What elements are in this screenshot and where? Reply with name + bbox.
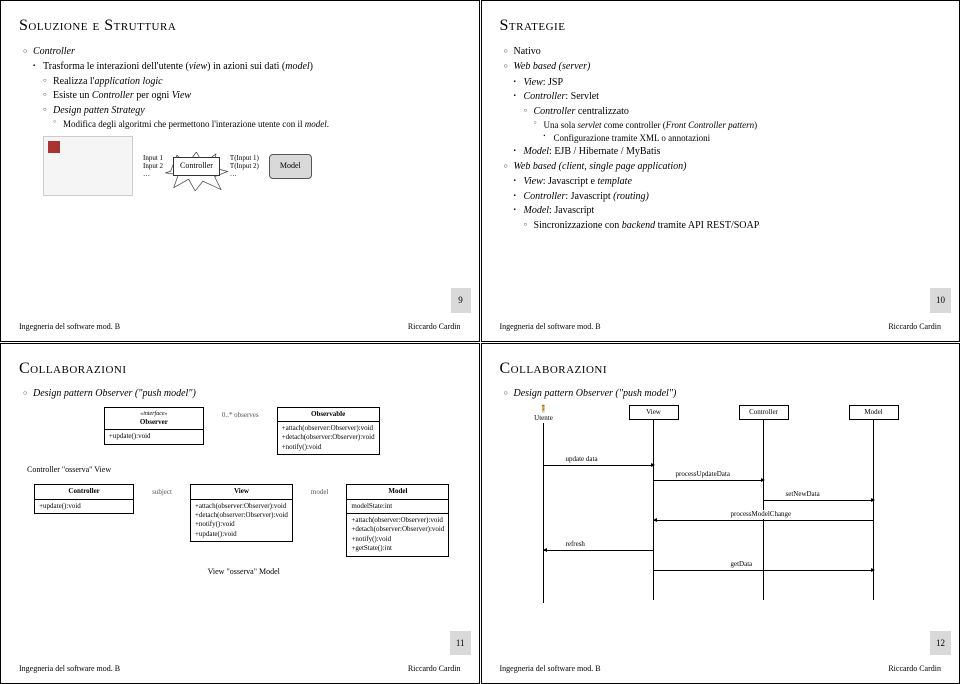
- lifeline-controller: Controller: [739, 405, 789, 600]
- message-arrow: [544, 465, 654, 466]
- bullet-item: Model: Javascript: [504, 204, 942, 218]
- lifeline-view: View: [629, 405, 679, 600]
- bullet-item: Model: EJB / Hibernate / MyBatis: [504, 145, 942, 159]
- message-arrow: [654, 480, 764, 481]
- assoc-label: model: [311, 484, 329, 497]
- bullet-item: Controller centralizzato: [504, 105, 942, 119]
- slide-content: NativoWeb based (server)View: JSPControl…: [500, 45, 942, 318]
- slide-footer: Ingegneria del software mod. B Riccardo …: [19, 318, 461, 333]
- bullet-item: Esiste un Controller per ogni View: [23, 89, 461, 103]
- message-label: update data: [564, 455, 600, 464]
- bullet-item: Web based (server): [504, 60, 942, 74]
- slide-title: Soluzione e Struttura: [19, 15, 461, 37]
- message-label: setNewData: [784, 490, 822, 499]
- message-label: processModelChange: [729, 510, 794, 519]
- slide-title: Strategie: [500, 15, 942, 37]
- footer-right: Riccardo Cardin: [408, 664, 461, 675]
- lifeline-utente: 🧍Utente: [519, 405, 569, 604]
- slide-content: ControllerTrasforma le interazioni dell'…: [19, 45, 461, 318]
- subtitle: Design pattern Observer ("push model"): [23, 387, 461, 401]
- bullet-item: Nativo: [504, 45, 942, 59]
- uml-observer: «interface»Observer +update():void: [104, 407, 204, 445]
- bullet-item: Sincronizzazione con backend tramite API…: [504, 219, 942, 233]
- model-node: Model: [269, 154, 312, 179]
- bullet-item: Web based (client, single page applicati…: [504, 160, 942, 174]
- message-label: getData: [729, 560, 755, 569]
- message-arrow: [654, 520, 874, 521]
- bullet-item: View: JSP: [504, 76, 942, 90]
- slide-title: Collaborazioni: [19, 358, 461, 380]
- slide-2: Strategie NativoWeb based (server) View: …: [481, 0, 960, 342]
- bullet-item: Controller: Javascript (routing): [504, 190, 942, 204]
- bullet-item: Trasforma le interazioni dell'utente (vi…: [23, 60, 461, 74]
- message-arrow: [654, 570, 874, 571]
- mvc-controller-diagram: Input 1 Input 2 … Controller T(Input 1) …: [43, 136, 461, 196]
- uml-controller: Controller +update():void: [34, 484, 134, 514]
- slide-1: Soluzione e Struttura ControllerTrasform…: [0, 0, 480, 342]
- bullet-item: Realizza l'application logic: [23, 75, 461, 89]
- slide-footer: Ingegneria del software mod. B Riccardo …: [500, 318, 942, 333]
- slide-footer: Ingegneria del software mod. B Riccardo …: [500, 660, 942, 675]
- subtitle: Design pattern Observer ("push model"): [504, 387, 942, 401]
- bullet-item: View: Javascript e template: [504, 175, 942, 189]
- message-label: refresh: [564, 540, 587, 549]
- bullet-item: Una sola servlet come controller (Front …: [504, 119, 942, 131]
- message-label: processUpdateData: [674, 470, 732, 479]
- footer-left: Ingegneria del software mod. B: [19, 664, 120, 675]
- uml-model: Model modelState:int +attach(observer:Ob…: [346, 484, 449, 557]
- message-arrow: [544, 550, 654, 551]
- footer-right: Riccardo Cardin: [888, 322, 941, 333]
- slide-4: Collaborazioni Design pattern Observer (…: [481, 343, 960, 684]
- slide-content: Design pattern Observer ("push model") «…: [19, 387, 461, 660]
- slide-3: Collaborazioni Design pattern Observer (…: [0, 343, 480, 684]
- uml-class-diagram: «interface»Observer +update():void 0..* …: [23, 407, 461, 580]
- page-number: 11: [450, 631, 471, 655]
- inputs-list: Input 1 Input 2 …: [143, 154, 163, 179]
- page-number: 10: [930, 288, 951, 312]
- page-number: 12: [930, 631, 951, 655]
- sequence-diagram: 🧍UtenteViewControllerModelupdate datapro…: [504, 405, 942, 615]
- footer-right: Riccardo Cardin: [408, 322, 461, 333]
- footer-left: Ingegneria del software mod. B: [500, 664, 601, 675]
- note-view-model: View "osserva" Model: [27, 567, 461, 578]
- page-number: 9: [451, 288, 471, 312]
- uml-observable: Observable +attach(observer:Observer):vo…: [277, 407, 380, 456]
- footer-left: Ingegneria del software mod. B: [19, 322, 120, 333]
- assoc-label: 0..* observes: [222, 407, 259, 420]
- assoc-label: subject: [152, 484, 172, 497]
- controller-node: Controller: [173, 157, 220, 176]
- note-controller-view: Controller "osserva" View: [27, 465, 461, 476]
- footer-left: Ingegneria del software mod. B: [500, 322, 601, 333]
- bullet-item: Controller: [23, 45, 461, 59]
- slide-content: Design pattern Observer ("push model") 🧍…: [500, 387, 942, 660]
- message-arrow: [764, 500, 874, 501]
- view-screenshot-stub: [43, 136, 133, 196]
- bullet-item: Design patten Strategy: [23, 104, 461, 118]
- bullet-item: Modifica degli algoritmi che permettono …: [23, 118, 461, 130]
- slide-title: Collaborazioni: [500, 358, 942, 380]
- footer-right: Riccardo Cardin: [888, 664, 941, 675]
- slide-footer: Ingegneria del software mod. B Riccardo …: [19, 660, 461, 675]
- bullet-item: Controller: Servlet: [504, 90, 942, 104]
- transforms-list: T(Input 1) T(Input 2) …: [230, 154, 259, 179]
- uml-view: View +attach(observer:Observer):void+det…: [190, 484, 293, 542]
- bullet-item: Configurazione tramite XML o annotazioni: [504, 132, 942, 144]
